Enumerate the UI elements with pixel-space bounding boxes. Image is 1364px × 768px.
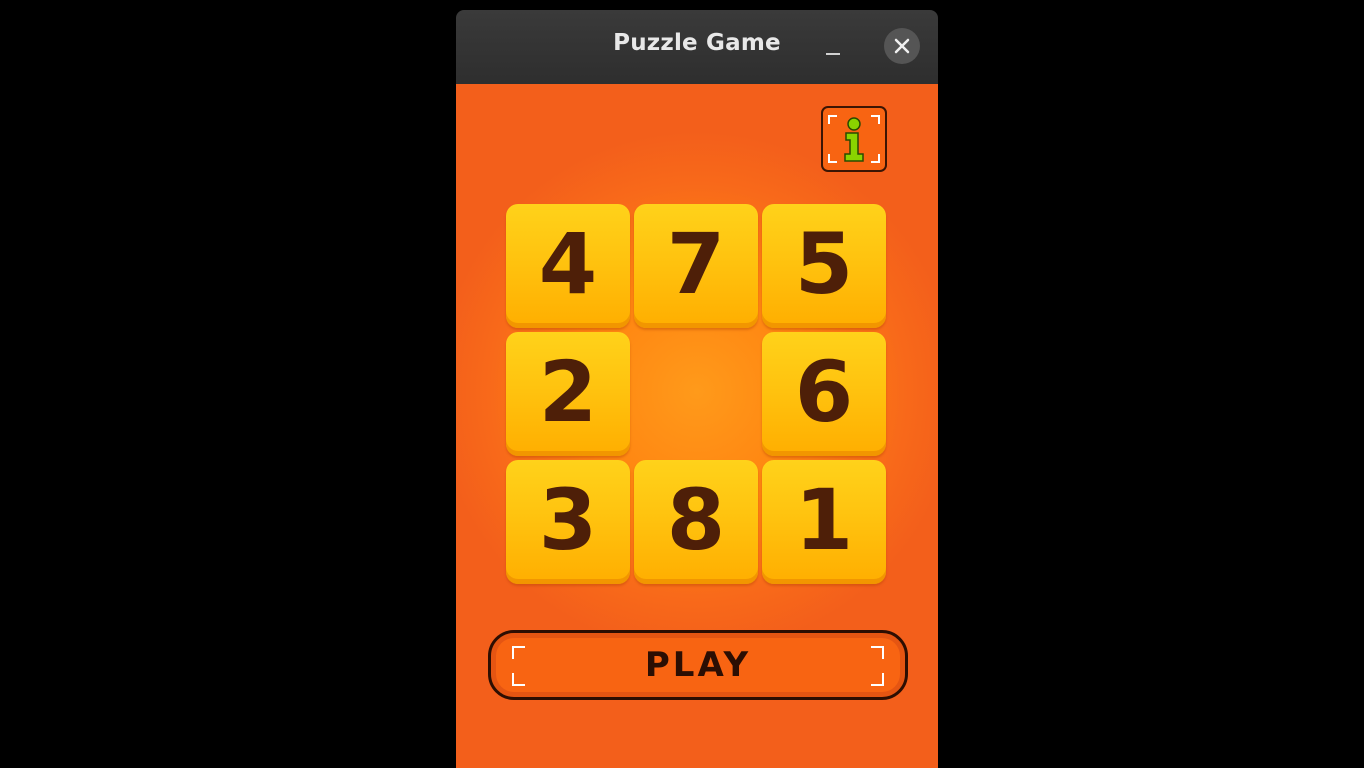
puzzle-tile[interactable]: 5 bbox=[762, 204, 886, 328]
tile-number: 2 bbox=[538, 343, 598, 441]
puzzle-board: 475 2 6 381 bbox=[506, 204, 890, 588]
play-label: PLAY bbox=[644, 645, 752, 685]
minimize-icon[interactable] bbox=[824, 36, 842, 60]
puzzle-tile[interactable]: 6 bbox=[762, 332, 886, 456]
tile-number: 6 bbox=[794, 343, 854, 441]
tile-number: 3 bbox=[538, 471, 598, 569]
tile-number: 8 bbox=[666, 471, 726, 569]
game-window: Puzzle Game i 475 2 6 381 PLAY bbox=[456, 10, 938, 768]
close-button[interactable] bbox=[884, 28, 920, 64]
info-icon: i bbox=[828, 115, 880, 163]
puzzle-tile[interactable]: 7 bbox=[634, 204, 758, 328]
title-bar[interactable]: Puzzle Game bbox=[456, 10, 938, 84]
puzzle-tile[interactable]: 1 bbox=[762, 460, 886, 584]
play-button[interactable]: PLAY bbox=[488, 630, 908, 700]
tile-number: 7 bbox=[666, 215, 726, 313]
puzzle-tile[interactable]: 2 bbox=[506, 332, 630, 456]
puzzle-tile[interactable]: 8 bbox=[634, 460, 758, 584]
puzzle-tile[interactable]: 3 bbox=[506, 460, 630, 584]
tile-number: 5 bbox=[794, 215, 854, 313]
info-button[interactable]: i bbox=[821, 106, 887, 172]
tile-number: 1 bbox=[794, 471, 854, 569]
tile-number: 4 bbox=[538, 215, 598, 313]
window-title: Puzzle Game bbox=[613, 30, 781, 56]
game-area: i 475 2 6 381 PLAY bbox=[456, 84, 938, 768]
close-icon bbox=[894, 38, 910, 54]
puzzle-tile[interactable]: 4 bbox=[506, 204, 630, 328]
